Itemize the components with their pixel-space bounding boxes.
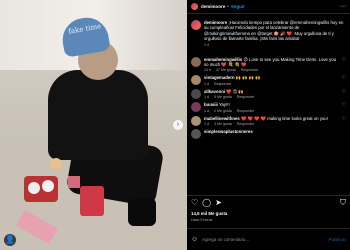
comment-item: emmahemingwillis 😍 Love to see you Makin… [187, 56, 350, 73]
comment-likes[interactable]: 47 Me gusta [216, 68, 236, 72]
avatar[interactable] [191, 115, 201, 126]
product-box [68, 176, 80, 188]
boot [128, 198, 156, 226]
comment-text: ❤️ 😍 🙌 [226, 88, 244, 94]
comment-likes[interactable]: 2 Me gusta [214, 109, 232, 113]
comment-username[interactable]: vintagemadern [204, 75, 235, 80]
comment-item: simpleswaplustonneres [187, 129, 350, 140]
bookmark-icon[interactable]: ⛉ [340, 198, 346, 207]
send-icon[interactable]: ➤ [215, 198, 222, 207]
comment-item: buusiii Yay!!! 1 d 2 Me gusta Responder … [187, 102, 350, 113]
avatar[interactable] [191, 20, 201, 30]
avatar[interactable] [191, 3, 198, 10]
comment-username[interactable]: mabellinewithnes [204, 116, 240, 121]
comment-username[interactable]: allkavonni [204, 89, 225, 94]
caption-text: en [251, 30, 256, 36]
mention-link[interactable]: @target [257, 31, 272, 36]
caption-username[interactable]: demimoore [204, 20, 227, 25]
comment-text: 🙌 🙌 🙌 🙌 [235, 75, 261, 81]
heart-icon[interactable]: ♡ [339, 89, 346, 99]
product-jar [50, 158, 62, 170]
avatar[interactable] [191, 75, 201, 86]
heart-icon[interactable]: ♡ [339, 116, 346, 126]
publish-button[interactable]: Publicar [329, 237, 346, 242]
add-comment-bar: ☺ Publicar [187, 228, 350, 250]
post-side-panel: demimoore • Seguir ⋯ demimoore ¡Haciendo… [187, 0, 350, 250]
tagged-user-icon[interactable]: 👤 [4, 234, 16, 246]
comment-likes[interactable]: 5 Me gusta [214, 95, 232, 99]
cap-text: fake time [67, 22, 102, 36]
person-body [48, 70, 148, 160]
product-box [80, 186, 104, 216]
separator-dot: • [227, 4, 229, 9]
reply-button[interactable]: Responder [237, 109, 255, 113]
post-actions: ♡ ◯ ➤ ⛉ [187, 195, 350, 209]
comment-likes[interactable]: 3 Me gusta [214, 122, 232, 126]
likes-count[interactable]: 14,6 mil Me gusta [191, 211, 227, 216]
avatar[interactable] [191, 88, 201, 99]
comment-time: 1 d [204, 122, 209, 127]
post-photo[interactable]: fake time › 👤 [0, 0, 187, 250]
mention-link[interactable]: @makingtimewithemma [204, 31, 250, 36]
reply-button[interactable]: Responder [237, 122, 255, 126]
reply-button[interactable]: Responder [237, 95, 255, 99]
comment-text: Yay!!! [218, 102, 230, 108]
comment-username[interactable]: simpleswaplustonneres [204, 129, 253, 134]
more-dots-icon[interactable]: ⋯ [340, 3, 346, 10]
emoji-icon[interactable]: ☺ [191, 236, 198, 243]
reply-button[interactable]: Responder [214, 82, 232, 86]
comment-time: 1 d [204, 108, 209, 113]
post-time: Hace 9 horas [191, 218, 213, 222]
comment-time: 1 d [204, 81, 209, 86]
product-jar [42, 180, 54, 192]
comment-text: ❤️ ❤️ ❤️ ❤️ making time looks great on y… [241, 115, 328, 121]
heart-icon[interactable]: ♡ [339, 57, 346, 73]
avatar[interactable] [191, 102, 201, 113]
comment-time: 1 d [204, 95, 209, 100]
comment-item: mabellinewithnes ❤️ ❤️ ❤️ ❤️ making time… [187, 115, 350, 127]
avatar[interactable] [191, 56, 201, 67]
comment-item: allkavonni ❤️ 😍 🙌 1 d 5 Me gusta Respond… [187, 88, 350, 100]
header-username[interactable]: demimoore [201, 4, 225, 9]
comments-list[interactable]: demimoore ¡Haciendo tiempo para celebrar… [187, 20, 350, 192]
comment-icon[interactable]: ◯ [202, 198, 211, 207]
reply-button[interactable]: Responder [241, 68, 259, 72]
comment-item: vintagemadern 🙌 🙌 🙌 🙌 1 d Responder ♡ [187, 75, 350, 86]
next-image-icon[interactable]: › [173, 120, 183, 130]
post-header: demimoore • Seguir ⋯ [187, 0, 350, 14]
heart-icon[interactable]: ♡ [339, 102, 346, 112]
caption: demimoore ¡Haciendo tiempo para celebrar… [187, 20, 350, 47]
heart-icon[interactable]: ♡ [191, 198, 198, 207]
comment-username[interactable]: emmahemingwillis [204, 57, 242, 62]
caption-time: 1 d [204, 42, 209, 47]
comment-input[interactable] [202, 237, 329, 242]
caption-text: ¡Haciendo tiempo para celebrar [228, 20, 289, 25]
mention-link[interactable]: @emmahemingwillis [290, 20, 329, 25]
follow-button[interactable]: Seguir [231, 4, 245, 9]
comment-time: 14 h [204, 68, 211, 73]
heart-icon[interactable]: ♡ [339, 75, 346, 85]
product-jar [28, 182, 40, 194]
avatar[interactable] [191, 129, 201, 140]
comment-username[interactable]: buusiii [204, 102, 218, 107]
